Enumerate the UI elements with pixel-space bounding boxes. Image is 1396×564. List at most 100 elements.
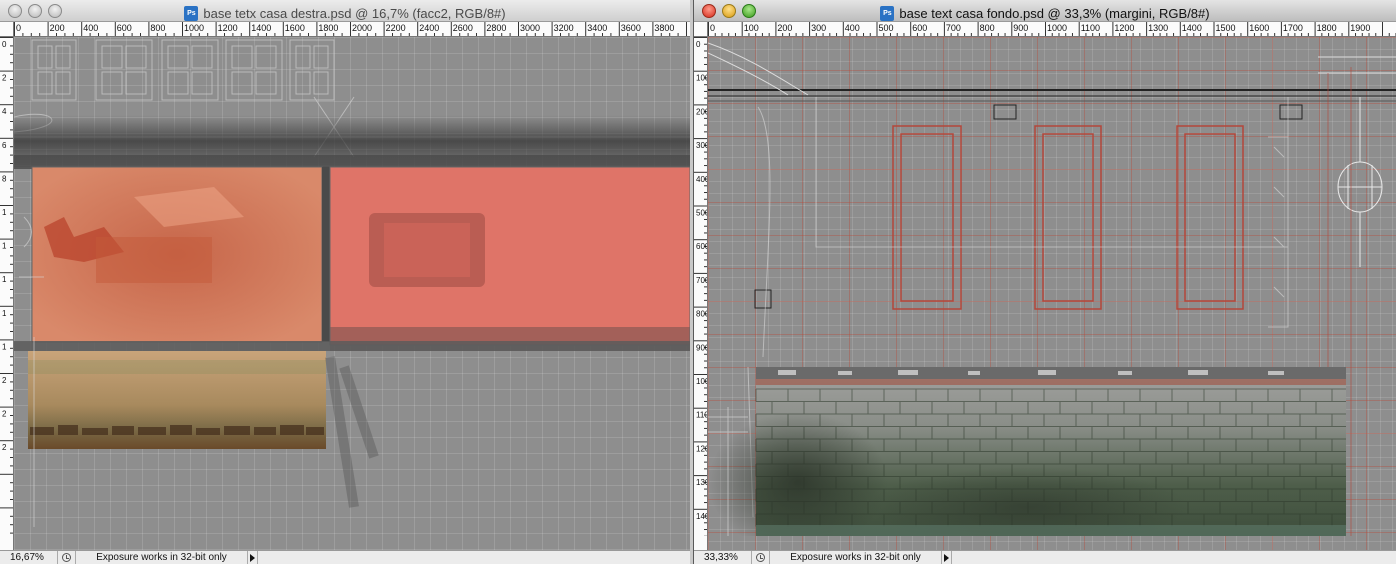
ruler-label: 100 bbox=[696, 74, 708, 83]
status-text: Exposure works in 32-bit only bbox=[76, 551, 248, 564]
ruler-label: 1100 bbox=[1081, 23, 1100, 33]
document-window-left[interactable]: Ps base tetx casa destra.psd @ 16,7% (fa… bbox=[0, 0, 690, 564]
minimize-icon[interactable] bbox=[28, 4, 42, 18]
ruler-label: 200 bbox=[696, 107, 708, 116]
ruler-label: 2 bbox=[2, 74, 7, 83]
ruler-label: 8 bbox=[2, 174, 7, 183]
document-canvas[interactable] bbox=[14, 37, 690, 550]
ruler-label: 700 bbox=[696, 276, 708, 285]
ruler-label: 1200 bbox=[1114, 23, 1134, 33]
ruler-label: 400 bbox=[845, 23, 860, 33]
ruler-label: 700 bbox=[946, 23, 961, 33]
ruler-label: 1500 bbox=[1216, 23, 1236, 33]
roof-eave bbox=[708, 42, 1396, 102]
ruler-label: 3200 bbox=[554, 23, 574, 33]
ruler-label: 1 bbox=[2, 208, 7, 217]
ruler-label: 0 bbox=[710, 23, 715, 33]
ruler-label: 1100 bbox=[696, 411, 708, 420]
ruler-label: 2 bbox=[2, 410, 7, 419]
ruler-label: 1200 bbox=[218, 23, 238, 33]
ruler-label: 3000 bbox=[520, 23, 540, 33]
ruler-label: 200 bbox=[50, 23, 65, 33]
document-canvas[interactable] bbox=[708, 37, 1396, 550]
ruler-label: 1000 bbox=[696, 377, 708, 386]
ruler-label: 1800 bbox=[318, 23, 338, 33]
ruler-label: 2 bbox=[2, 376, 7, 385]
vertical-ruler[interactable]: 0 100 200 300 400 500 600 700 800 900 1000 1100 1200… bbox=[694, 37, 708, 550]
ruler-label: 800 bbox=[696, 310, 708, 319]
ruler-label: 1400 bbox=[251, 23, 271, 33]
ruler-label: 1 bbox=[2, 242, 7, 251]
ruler-label: 2200 bbox=[386, 23, 406, 33]
ruler-label: 2000 bbox=[352, 23, 372, 33]
ruler-label: 600 bbox=[696, 242, 708, 251]
zoom-icon[interactable] bbox=[48, 4, 62, 18]
ruler-label: 1000 bbox=[184, 23, 204, 33]
triangle-right-icon[interactable] bbox=[942, 551, 952, 564]
ruler-label: 800 bbox=[980, 23, 995, 33]
window-frames bbox=[892, 125, 1244, 310]
title-bar[interactable]: Ps base text casa fondo.psd @ 33,3% (mar… bbox=[694, 0, 1396, 22]
ruler-label: 1300 bbox=[1148, 23, 1168, 33]
close-icon[interactable] bbox=[8, 4, 22, 18]
ruler-label: 900 bbox=[696, 343, 708, 352]
timer-icon[interactable] bbox=[752, 551, 770, 564]
minimize-icon[interactable] bbox=[722, 4, 736, 18]
ruler-label: 1200 bbox=[696, 444, 708, 453]
ruler-label: 1400 bbox=[696, 512, 708, 521]
window-controls bbox=[702, 4, 756, 18]
timer-icon[interactable] bbox=[58, 551, 76, 564]
ruler-label: 2600 bbox=[453, 23, 473, 33]
ruler-label: 1 bbox=[2, 275, 7, 284]
ruler-label: 0 bbox=[2, 40, 7, 49]
texture-artwork bbox=[14, 39, 690, 527]
status-text: Exposure works in 32-bit only bbox=[770, 551, 942, 564]
horizontal-ruler[interactable]: 0 100 200 300 400 500 600 700 800 900 1000 1100 1200… bbox=[708, 22, 1396, 37]
ruler-label: 0 bbox=[16, 23, 21, 33]
triangle-right-icon[interactable] bbox=[248, 551, 258, 564]
ruler-label: 500 bbox=[879, 23, 894, 33]
ruler-label: 1600 bbox=[285, 23, 305, 33]
ruler-label: 400 bbox=[696, 175, 708, 184]
ruler-origin[interactable] bbox=[694, 22, 708, 37]
ruler-label: 300 bbox=[696, 141, 708, 150]
zoom-level[interactable]: 33,33% bbox=[694, 551, 752, 564]
ruler-label: 500 bbox=[696, 209, 708, 218]
ruler-label: 300 bbox=[811, 23, 826, 33]
ruler-origin[interactable] bbox=[0, 22, 14, 37]
photoshop-document-icon: Ps bbox=[184, 6, 199, 21]
zoom-icon[interactable] bbox=[742, 4, 756, 18]
status-bar: 33,33% Exposure works in 32-bit only bbox=[694, 550, 1396, 564]
ruler-label: 0 bbox=[696, 40, 701, 49]
zoom-level[interactable]: 16,67% bbox=[0, 551, 58, 564]
ruler-label: 100 bbox=[744, 23, 759, 33]
status-bar: 16,67% Exposure works in 32-bit only bbox=[0, 550, 690, 564]
ruler-label: 4 bbox=[2, 107, 7, 116]
close-icon[interactable] bbox=[702, 4, 716, 18]
ruler-label: 800 bbox=[150, 23, 165, 33]
document-window-right[interactable]: Ps base text casa fondo.psd @ 33,3% (mar… bbox=[693, 0, 1396, 564]
horizontal-ruler[interactable]: 0 200 400 600 800 1000 1200 1400 1600 1800 2000 220… bbox=[14, 22, 690, 37]
title-bar[interactable]: Ps base tetx casa destra.psd @ 16,7% (fa… bbox=[0, 0, 690, 22]
ruler-label: 1900 bbox=[1350, 23, 1370, 33]
ruler-label: 600 bbox=[912, 23, 927, 33]
ruler-label: 2400 bbox=[419, 23, 439, 33]
ruler-label: 3800 bbox=[654, 23, 674, 33]
ruler-label: 1400 bbox=[1182, 23, 1202, 33]
ruler-label: 1700 bbox=[1283, 23, 1303, 33]
ruler-label: 1 bbox=[2, 342, 7, 351]
ruler-label: 1800 bbox=[1317, 23, 1337, 33]
lantern-sketch bbox=[1337, 97, 1383, 267]
ruler-label: 1000 bbox=[1047, 23, 1067, 33]
texture-artwork bbox=[708, 42, 1396, 536]
window-controls bbox=[8, 4, 62, 18]
ruler-label: 2800 bbox=[486, 23, 506, 33]
ruler-label: 200 bbox=[777, 23, 792, 33]
vertical-ruler[interactable]: 0 2 4 6 8 1 1 1 1 1 2 2 2 bbox=[0, 37, 14, 550]
ruler-label: 600 bbox=[117, 23, 132, 33]
photoshop-document-icon: Ps bbox=[880, 6, 895, 21]
ruler-label: 400 bbox=[83, 23, 98, 33]
ruler-label: 1 bbox=[2, 309, 7, 318]
ruler-label: 3400 bbox=[587, 23, 607, 33]
ruler-label: 1600 bbox=[1249, 23, 1269, 33]
